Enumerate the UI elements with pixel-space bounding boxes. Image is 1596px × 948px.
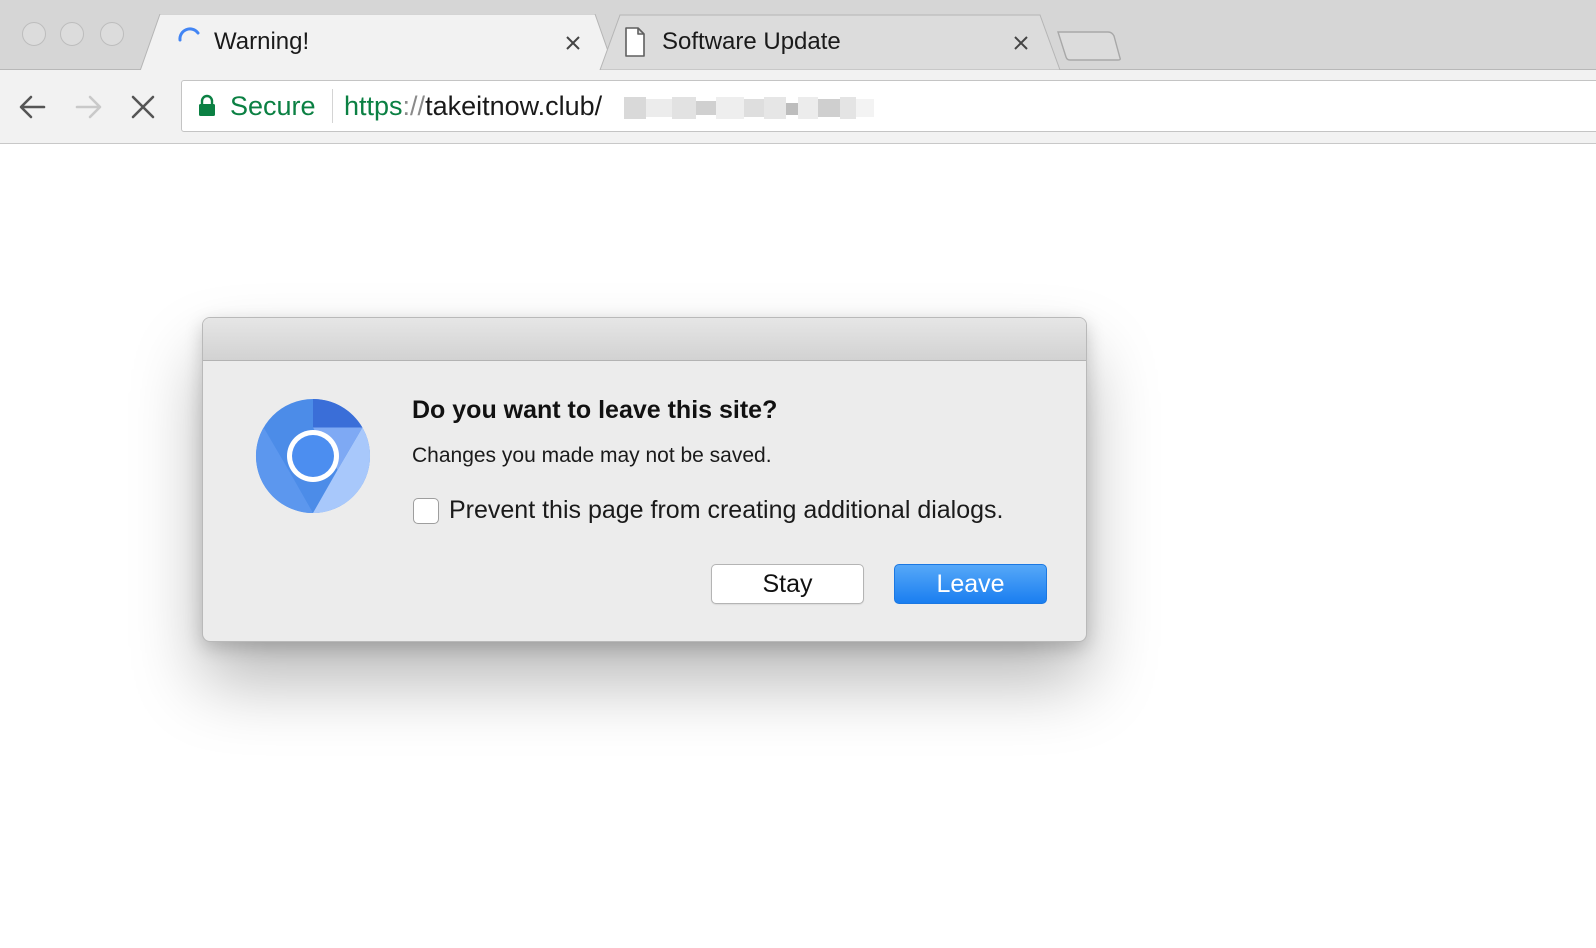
url-scheme: https xyxy=(344,91,403,121)
tab-software-update[interactable]: Software Update xyxy=(598,14,1068,71)
loading-spinner-icon xyxy=(178,27,200,42)
tab-shape xyxy=(140,14,616,71)
chromium-logo-icon xyxy=(255,399,371,513)
window-minimize-button[interactable] xyxy=(60,22,84,46)
omnibox-divider xyxy=(332,89,333,123)
dialog-titlebar[interactable] xyxy=(203,318,1086,361)
prevent-dialogs-label[interactable]: Prevent this page from creating addition… xyxy=(449,496,1004,525)
page-icon xyxy=(625,27,645,57)
stay-button[interactable]: Stay xyxy=(711,564,864,604)
address-bar[interactable]: Secure https://takeitnow.club/ xyxy=(181,80,1596,132)
lock-icon xyxy=(199,94,215,116)
back-arrow-icon[interactable] xyxy=(16,90,50,124)
redacted-url-path xyxy=(624,93,874,123)
secure-label: Secure xyxy=(230,91,316,121)
window-close-button[interactable] xyxy=(22,22,46,46)
prevent-dialogs-checkbox[interactable] xyxy=(413,498,439,524)
window-zoom-button[interactable] xyxy=(100,22,124,46)
dialog-message: Changes you made may not be saved. xyxy=(412,444,772,467)
stop-icon[interactable] xyxy=(126,90,160,124)
tab-title: Software Update xyxy=(662,28,841,55)
tab-close-icon[interactable] xyxy=(1010,32,1032,54)
browser-toolbar: Secure https://takeitnow.club/ xyxy=(0,70,1596,144)
url-text[interactable]: https://takeitnow.club/ xyxy=(344,91,602,122)
new-tab-button[interactable] xyxy=(1056,30,1124,62)
url-separator: :// xyxy=(402,91,426,121)
tab-strip: Warning! Software Update xyxy=(0,0,1596,71)
tab-title: Warning! xyxy=(214,28,310,55)
tab-close-icon[interactable] xyxy=(562,32,584,54)
url-host: takeitnow.club/ xyxy=(425,91,603,121)
forward-arrow-icon[interactable] xyxy=(71,90,105,124)
leave-button[interactable]: Leave xyxy=(894,564,1047,604)
dialog-title: Do you want to leave this site? xyxy=(412,396,778,424)
leave-site-dialog: Do you want to leave this site? Changes … xyxy=(202,317,1087,642)
tab-warning[interactable]: Warning! xyxy=(140,14,620,71)
